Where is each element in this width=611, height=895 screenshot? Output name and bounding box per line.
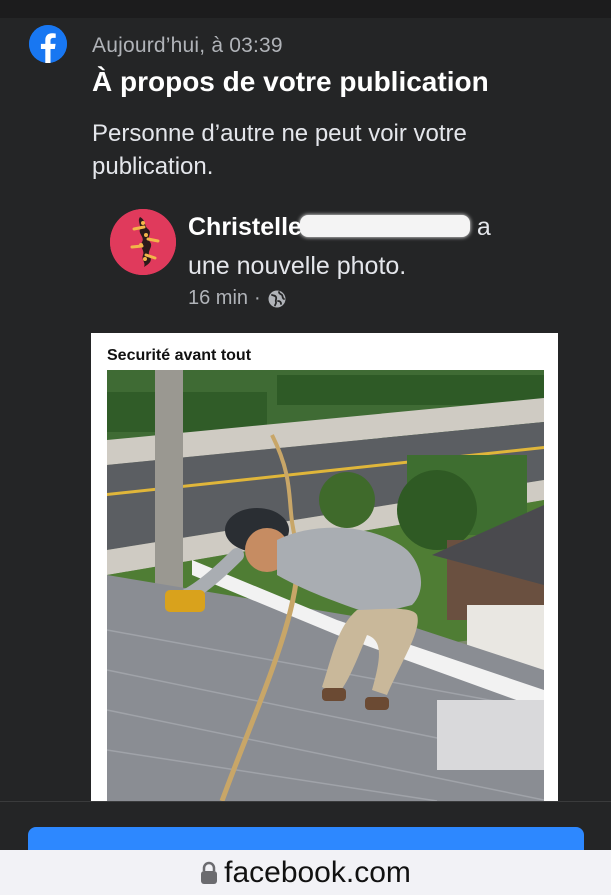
meta-separator: · [254,287,261,309]
url-text: facebook.com [224,855,411,889]
author-avatar[interactable] [110,209,176,275]
redacted-name-mark [299,215,470,237]
lock-icon [200,861,218,885]
photo-caption: Securité avant tout [107,347,252,364]
post-action-text: une nouvelle photo. [188,252,407,280]
notification-time: Aujourd’hui, à 03:39 [92,34,283,57]
facebook-logo-icon [29,25,67,63]
notification-message: Personne d’autre ne peut voir votre publ… [92,120,467,180]
author-line-suffix: a [476,213,491,241]
post-author-line: Christelle a [188,213,491,242]
notification-title: À propos de votre publication [92,66,489,97]
globe-icon [267,289,287,309]
post-photo-card[interactable]: Securité avant tout [91,333,558,801]
post-meta: 16 min · [188,287,287,310]
browser-url-bar[interactable]: facebook.com [0,850,611,895]
post-time[interactable]: 16 min [188,287,248,310]
status-strip [0,0,611,18]
author-name[interactable]: Christelle [188,213,302,241]
divider [0,801,611,802]
post-photo[interactable] [107,370,544,801]
